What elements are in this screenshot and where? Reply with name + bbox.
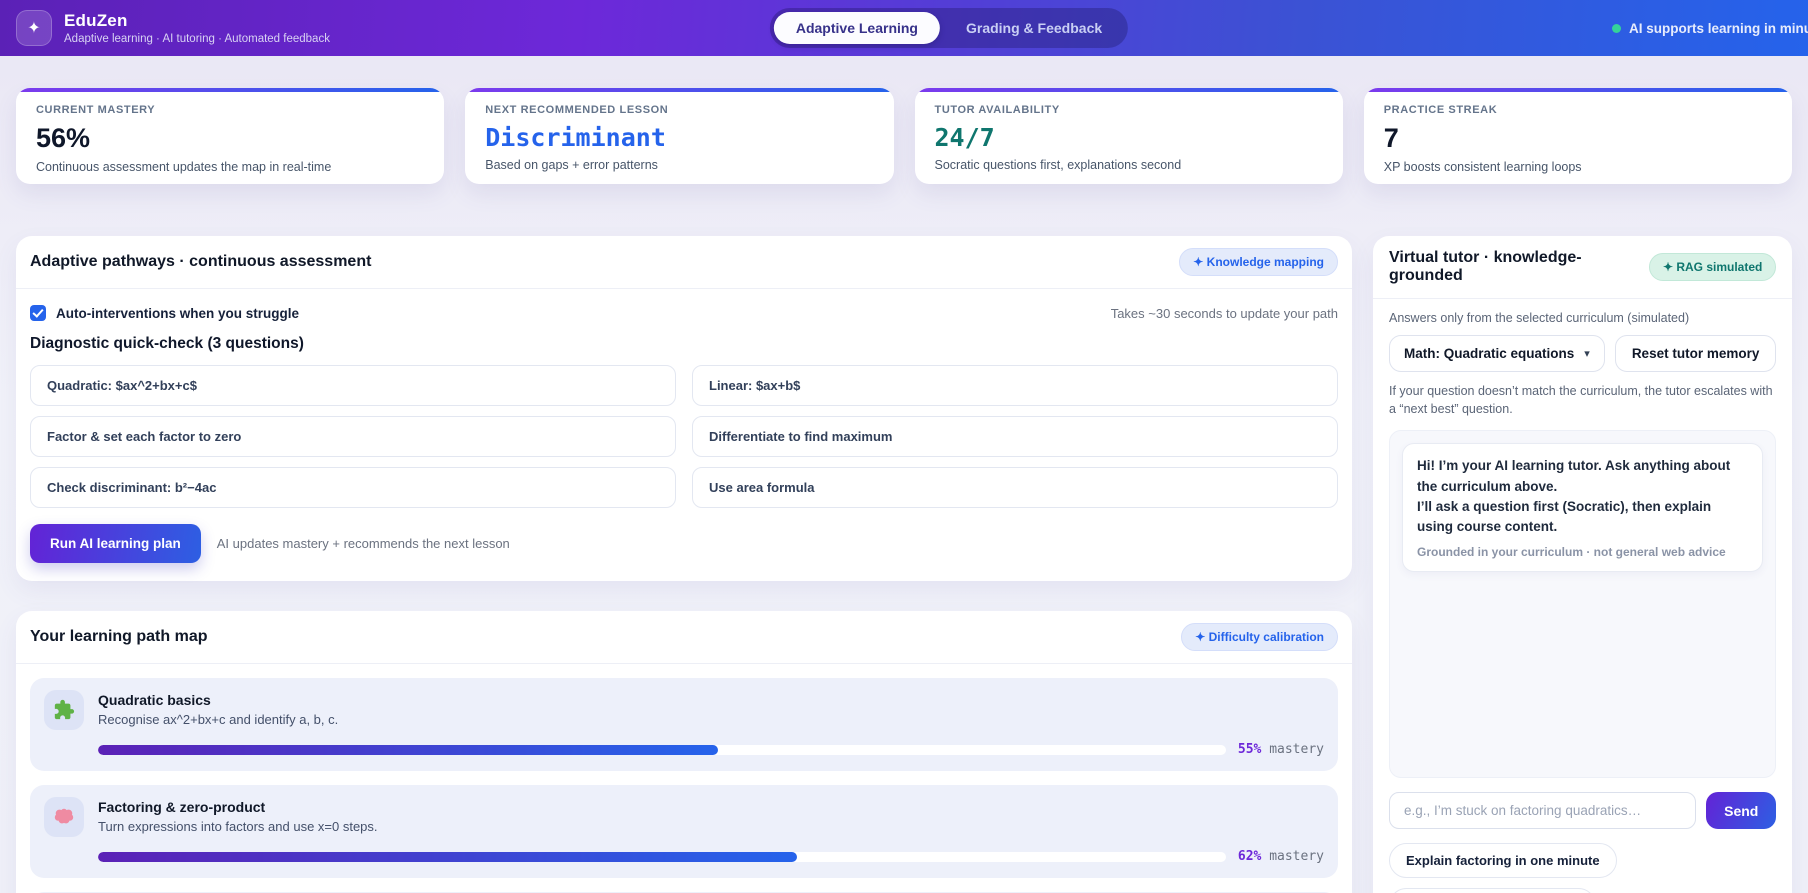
app-header: ✦ EduZen Adaptive learning · AI tutoring… [0,0,1808,56]
question-option[interactable]: Quadratic: $ax^2+bx+c$ [30,365,676,406]
path-map-title: Your learning path map [30,628,208,645]
status-indicator: AI supports learning in minutes [1612,0,1808,56]
stat-note: XP boosts consistent learning loops [1383,160,1582,174]
stat-current-mastery: CURRENT MASTERY 56% Continuous assessmen… [16,88,445,184]
virtual-tutor-panel: Virtual tutor · knowledge-grounded ✦ RAG… [1373,236,1793,893]
main-tabs: Adaptive Learning Grading & Feedback [769,8,1129,48]
curriculum-selected-value: Math: Quadratic equations [1404,346,1575,361]
run-ai-learning-plan-button[interactable]: Run AI learning plan [30,524,201,563]
sparkle-icon: ✦ [16,10,52,46]
quick-prompt[interactable]: How do I choose a method? [1389,888,1596,893]
path-item-quadratic-basics[interactable]: Quadratic basics Recognise ax^2+bx+c and… [30,678,1338,771]
tutor-subtitle: Answers only from the selected curriculu… [1389,311,1690,325]
reset-tutor-memory-button[interactable]: Reset tutor memory [1614,335,1777,372]
path-item-desc: Turn expressions into factors and use x=… [98,819,378,834]
run-note: AI updates mastery + recommends the next… [216,536,510,551]
escalation-note: If your question doesn’t match the curri… [1389,384,1773,417]
mastery-label: 62% mastery [1237,849,1324,864]
stat-cards: CURRENT MASTERY 56% Continuous assessmen… [16,88,1792,184]
update-hint: Takes ~30 seconds to update your path [1110,305,1338,321]
chevron-down-icon: ▾ [1584,348,1590,360]
tutor-title: Virtual tutor · knowledge-grounded [1389,249,1582,284]
send-button[interactable]: Send [1706,792,1777,830]
question-option[interactable]: Factor & set each factor to zero [30,416,676,457]
stat-note: Socratic questions first, explanations s… [934,158,1182,172]
stat-note: Based on gaps + error patterns [485,158,658,172]
chat-input[interactable] [1389,792,1697,830]
path-item-title: Quadratic basics [98,692,211,708]
mastery-progressbar [98,744,1226,755]
difficulty-calibration-badge: ✦ Difficulty calibration [1181,623,1338,651]
eduzen-app: ✦ EduZen Adaptive learning · AI tutoring… [0,0,1808,893]
rag-simulated-badge: ✦ RAG simulated [1648,253,1777,281]
stat-value: 24/7 [934,123,995,152]
chat-area: Hi! I’m your AI learning tutor. Ask anyt… [1389,430,1777,779]
knowledge-mapping-badge: ✦ Knowledge mapping [1179,248,1338,276]
status-text: AI supports learning in minutes [1629,20,1808,36]
mastery-label: 55% mastery [1237,742,1324,757]
stat-practice-streak: PRACTICE STREAK 7 XP boosts consistent l… [1363,88,1792,184]
path-item-desc: Recognise ax^2+bx+c and identify a, b, c… [98,712,339,727]
brain-icon [44,797,84,837]
path-item-text: Factoring & zero-product Turn expression… [98,797,378,834]
auto-interventions-checkbox[interactable] [30,305,46,321]
stat-next-lesson: NEXT RECOMMENDED LESSON Discriminant Bas… [465,88,894,184]
question-option[interactable]: Check discriminant: b²−4ac [30,467,676,508]
stat-value: 56% [36,123,91,153]
message-line: I’ll ask a question first (Socratic), th… [1417,498,1712,534]
stat-label: PRACTICE STREAK [1383,104,1498,116]
stat-label: NEXT RECOMMENDED LESSON [485,104,669,116]
question-option[interactable]: Use area formula [692,467,1338,508]
pathways-title: Adaptive pathways · continuous assessmen… [30,253,372,270]
path-item-title: Factoring & zero-product [98,799,266,815]
stat-value: 7 [1383,123,1399,153]
diagnostic-questions: Quadratic: $ax^2+bx+c$ Linear: $ax+b$ Fa… [30,365,1338,508]
stat-label: CURRENT MASTERY [36,104,156,116]
question-option[interactable]: Linear: $ax+b$ [692,365,1338,406]
path-item-factoring[interactable]: Factoring & zero-product Turn expression… [30,785,1338,878]
status-dot-icon [1612,23,1621,33]
learning-path-map-panel: Your learning path map ✦ Difficulty cali… [16,611,1352,893]
quick-prompt[interactable]: Explain factoring in one minute [1389,843,1617,879]
curriculum-select[interactable]: Math: Quadratic equations ▾ [1389,335,1605,372]
stat-tutor-availability: TUTOR AVAILABILITY 24/7 Socratic questio… [914,88,1343,184]
message-line: Hi! I’m your AI learning tutor. Ask anyt… [1417,458,1731,494]
quickcheck-title: Diagnostic quick-check (3 questions) [30,335,304,352]
adaptive-pathways-panel: Adaptive pathways · continuous assessmen… [16,236,1352,581]
app-subtitle: Adaptive learning · AI tutoring · Automa… [64,33,330,45]
tab-grading-feedback[interactable]: Grading & Feedback [944,12,1124,44]
path-item-text: Quadratic basics Recognise ax^2+bx+c and… [98,690,338,727]
stat-label: TUTOR AVAILABILITY [934,104,1060,116]
tab-adaptive-learning[interactable]: Adaptive Learning [773,12,940,44]
stat-value: Discriminant [485,123,666,152]
message-footnote: Grounded in your curriculum · not genera… [1417,545,1726,560]
question-option[interactable]: Differentiate to find maximum [692,416,1338,457]
quick-prompts: Explain factoring in one minute How do I… [1389,843,1776,893]
app-title: EduZen [64,11,128,30]
brand-text: EduZen Adaptive learning · AI tutoring ·… [64,11,330,45]
brand: ✦ EduZen Adaptive learning · AI tutoring… [16,10,330,46]
puzzle-icon [44,690,84,730]
stat-note: Continuous assessment updates the map in… [36,160,332,174]
tutor-welcome-message: Hi! I’m your AI learning tutor. Ask anyt… [1402,443,1764,573]
mastery-progressbar [98,851,1226,862]
sparkle-glyph: ✦ [27,20,41,37]
auto-interventions-label: Auto-interventions when you struggle [56,305,300,321]
